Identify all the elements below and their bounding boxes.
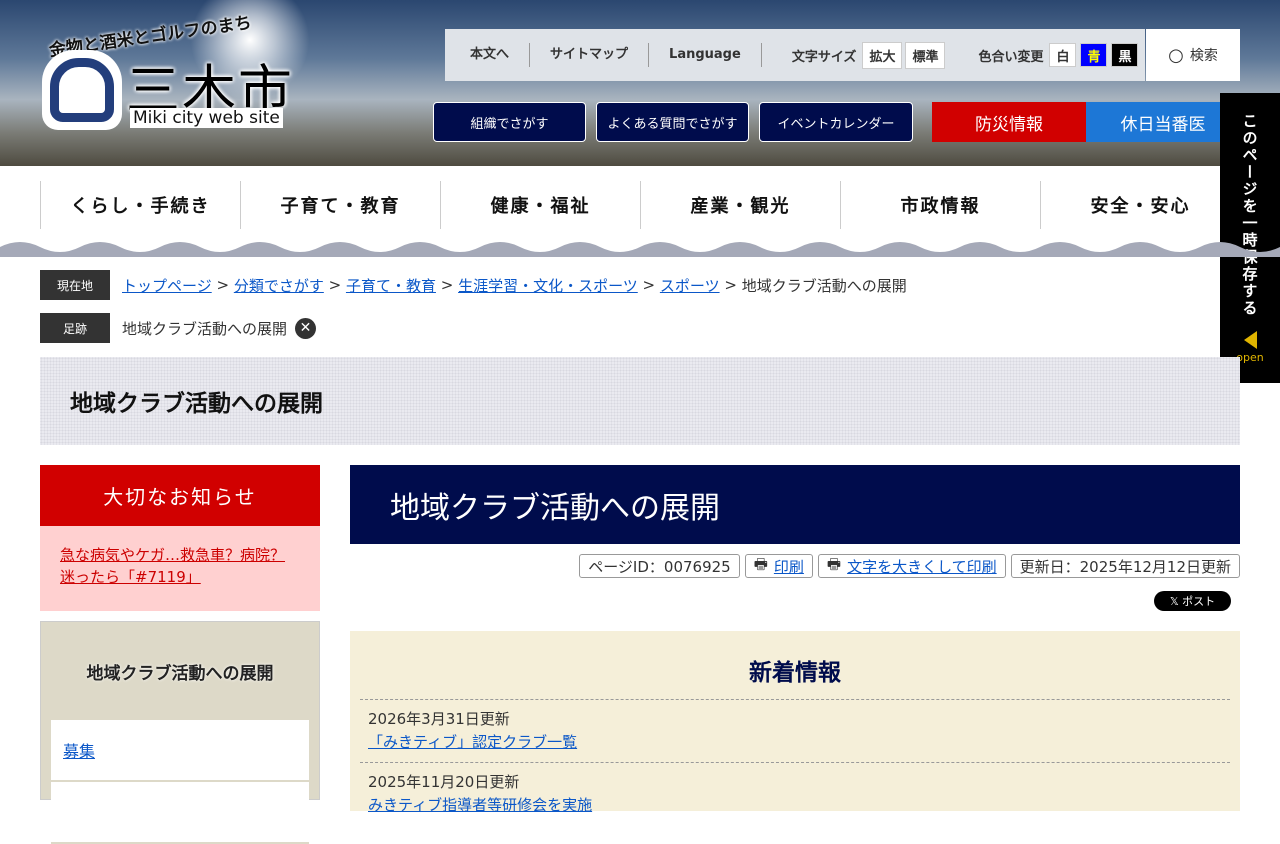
footprint-item[interactable]: 地域クラブ活動への展開 bbox=[122, 318, 287, 339]
close-icon[interactable]: ✕ bbox=[295, 317, 317, 339]
separator: > bbox=[211, 276, 234, 294]
main-title: 地域クラブ活動への展開 bbox=[350, 465, 1240, 544]
gnav-industry[interactable]: 産業・観光 bbox=[640, 181, 840, 229]
gnav-living[interactable]: くらし・手続き bbox=[40, 181, 240, 229]
disaster-info-button[interactable]: 防災情報 bbox=[932, 102, 1086, 142]
notice-link-line2: 迷ったら「#7119」 bbox=[60, 568, 201, 586]
print-button[interactable]: 🖶 印刷 bbox=[744, 554, 813, 578]
holiday-doctor-button[interactable]: 休日当番医 bbox=[1086, 102, 1240, 142]
logo-subtitle: Miki city web site bbox=[130, 108, 283, 128]
breadcrumb-lifelong[interactable]: 生涯学習・文化・スポーツ bbox=[458, 275, 638, 296]
font-size-label: 文字サイズ bbox=[791, 49, 857, 65]
updated-date: 更新日：2025年12月12日更新 bbox=[1010, 554, 1240, 578]
gnav-safety[interactable]: 安全・安心 bbox=[1040, 181, 1240, 229]
search-label: 検索 bbox=[1189, 48, 1218, 64]
global-nav: くらし・手続き 子育て・教育 健康・福祉 産業・観光 市政情報 安全・安心 bbox=[40, 181, 1240, 229]
news-section: 新着情報 2026年3月31日更新 「みきティブ」認定クラブ一覧 2025年11… bbox=[350, 631, 1240, 814]
news-date: 2025年11月20日更新 bbox=[368, 773, 520, 791]
separator: > bbox=[435, 276, 459, 294]
triangle-left-icon bbox=[1243, 331, 1257, 349]
color-white-button[interactable]: 白 bbox=[1049, 43, 1077, 67]
breadcrumb-sports[interactable]: スポーツ bbox=[660, 275, 720, 296]
gnav-city-info[interactable]: 市政情報 bbox=[840, 181, 1040, 229]
subnav-item[interactable] bbox=[51, 782, 309, 844]
open-label: open bbox=[1236, 351, 1264, 364]
footprint-tag: 足跡 bbox=[40, 313, 110, 343]
sub-navigation: 地域クラブ活動への展開 募集 bbox=[40, 621, 320, 844]
breadcrumb-category[interactable]: 分類でさがす bbox=[234, 275, 324, 296]
search-by-organization-button[interactable]: 組織でさがす bbox=[433, 102, 586, 142]
gnav-childcare[interactable]: 子育て・教育 bbox=[240, 181, 440, 229]
breadcrumb-current: 地域クラブ活動への展開 bbox=[741, 276, 907, 295]
breadcrumb-tag: 現在地 bbox=[40, 270, 110, 300]
font-enlarge-button[interactable]: 拡大 bbox=[862, 41, 903, 69]
save-page-label: このページを一時保存する bbox=[1240, 113, 1259, 317]
font-standard-button[interactable]: 標準 bbox=[905, 41, 946, 69]
news-item: 2026年3月31日更新 「みきティブ」認定クラブ一覧 bbox=[360, 699, 1230, 762]
news-item: 2025年11月20日更新 みきティブ指導者等研修会を実施 bbox=[360, 762, 1230, 825]
print-link[interactable]: 印刷 bbox=[774, 556, 804, 577]
separator: > bbox=[719, 276, 742, 294]
breadcrumb-top[interactable]: トップページ bbox=[122, 275, 212, 296]
search-button[interactable]: ○ 検索 bbox=[1146, 29, 1240, 81]
faq-search-button[interactable]: よくある質問でさがす bbox=[596, 102, 749, 142]
event-calendar-button[interactable]: イベントカレンダー bbox=[759, 102, 913, 142]
page-meta: ページID：0076925 🖶 印刷 🖶 文字を大きくして印刷 更新日：2025年1… bbox=[579, 554, 1240, 578]
news-title: 新着情報 bbox=[749, 660, 841, 686]
printer-icon: 🖶 bbox=[753, 554, 768, 573]
notice-title: 大切なお知らせ bbox=[40, 465, 320, 526]
color-change-label: 色合い変更 bbox=[978, 49, 1044, 65]
news-link[interactable]: みきティブ指導者等研修会を実施 bbox=[368, 796, 592, 814]
x-post-button[interactable]: 𝕏 ポスト bbox=[1154, 591, 1231, 611]
gnav-health[interactable]: 健康・福祉 bbox=[440, 181, 640, 229]
subnav-item-recruit[interactable]: 募集 bbox=[63, 738, 95, 762]
page-id: ページID：0076925 bbox=[579, 554, 740, 578]
printer-icon: 🖶 bbox=[826, 554, 842, 573]
news-date: 2026年3月31日更新 bbox=[368, 710, 510, 728]
subnav-title: 地域クラブ活動への展開 bbox=[86, 663, 274, 684]
news-link[interactable]: 「みきティブ」認定クラブ一覧 bbox=[368, 733, 577, 751]
search-icon: ○ bbox=[1168, 44, 1184, 66]
breadcrumb: 現在地 トップページ > 分類でさがす > 子育て・教育 > 生涯学習・文化・ス… bbox=[40, 270, 907, 300]
print-large-button[interactable]: 🖶 文字を大きくして印刷 bbox=[817, 554, 1006, 578]
utility-bar: 本文へ サイトマップ Language 文字サイズ 拡大 標準 色合い変更 白 … bbox=[445, 29, 1145, 81]
color-blue-button[interactable]: 青 bbox=[1080, 43, 1108, 67]
color-black-button[interactable]: 黒 bbox=[1111, 43, 1139, 67]
notice-link[interactable]: 急な病気やケガ…救急車？病院？ 迷ったら「#7119」 bbox=[60, 546, 285, 586]
language-link[interactable]: Language bbox=[649, 43, 762, 67]
footprint: 足跡 地域クラブ活動への展開 ✕ bbox=[40, 313, 317, 343]
page-title: 地域クラブ活動への展開 bbox=[40, 357, 1240, 445]
sitemap-link[interactable]: サイトマップ bbox=[530, 43, 650, 67]
breadcrumb-childcare[interactable]: 子育て・教育 bbox=[346, 275, 436, 296]
important-notice: 大切なお知らせ 急な病気やケガ…救急車？病院？ 迷ったら「#7119」 bbox=[40, 465, 320, 611]
notice-link-line1: 急な病気やケガ…救急車？病院？ bbox=[60, 546, 286, 564]
separator: > bbox=[637, 276, 660, 294]
print-large-link[interactable]: 文字を大きくして印刷 bbox=[847, 556, 997, 577]
separator: > bbox=[323, 276, 346, 294]
wave-divider bbox=[0, 242, 1280, 257]
city-emblem-icon bbox=[42, 50, 122, 130]
skip-to-content-link[interactable]: 本文へ bbox=[445, 43, 531, 67]
